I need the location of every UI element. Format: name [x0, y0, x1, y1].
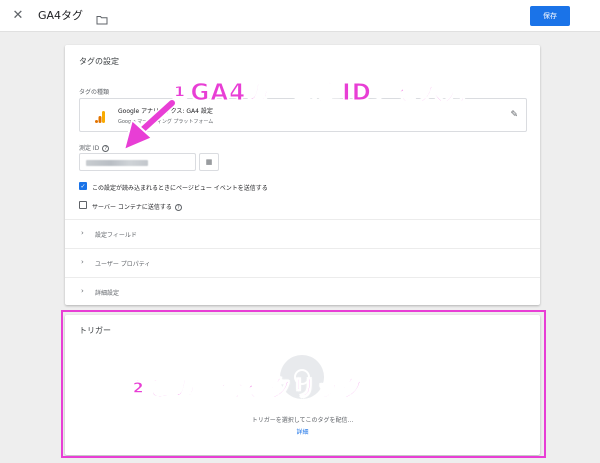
chevron-right-icon: › — [81, 229, 84, 237]
send-pageview-checkbox[interactable]: ✓ — [79, 182, 87, 190]
section-user-properties[interactable]: › ユーザー プロパティ — [65, 248, 540, 277]
section-advanced-settings[interactable]: › 詳細設定 — [65, 277, 540, 306]
send-pageview-label: この設定が読み込まれるときにページビュー イベントを送信する — [92, 185, 268, 192]
send-to-server-container-label: サーバー コンテナに送信する? — [92, 202, 182, 211]
section-label: ユーザー プロパティ — [95, 261, 151, 268]
top-bar: ✕ GA4タグ 保存 — [0, 0, 600, 32]
tag-config-title: タグの設定 — [79, 57, 119, 66]
folder-icon[interactable] — [96, 10, 108, 29]
chevron-right-icon: › — [81, 258, 84, 266]
pencil-icon[interactable]: ✎ — [510, 110, 518, 120]
annotation-step2: ②この部分をクリック — [127, 376, 365, 403]
variable-picker-button[interactable]: ▦ — [199, 153, 219, 171]
send-to-server-container-checkbox[interactable] — [79, 201, 87, 209]
close-icon[interactable]: ✕ — [10, 8, 26, 24]
tag-type-label: タグの種類 — [79, 89, 110, 96]
section-fields-to-set[interactable]: › 設定フィールド — [65, 219, 540, 248]
chevron-right-icon: › — [81, 287, 84, 295]
tag-name-title[interactable]: GA4タグ — [38, 8, 83, 24]
blurred-measurement-id — [86, 160, 148, 166]
section-label: 設定フィールド — [95, 232, 137, 239]
annotation-arrow-icon — [123, 100, 177, 151]
save-button[interactable]: 保存 — [530, 6, 570, 26]
annotation-step1: ①GA4の「測定ID」を入力 — [170, 80, 468, 107]
section-label: 詳細設定 — [95, 290, 120, 297]
help-icon[interactable]: ? — [174, 204, 182, 211]
help-icon[interactable]: ? — [102, 145, 110, 152]
google-analytics-logo-icon — [94, 109, 106, 123]
measurement-id-label: 測定 ID? — [79, 143, 110, 152]
measurement-id-input[interactable] — [79, 153, 196, 171]
